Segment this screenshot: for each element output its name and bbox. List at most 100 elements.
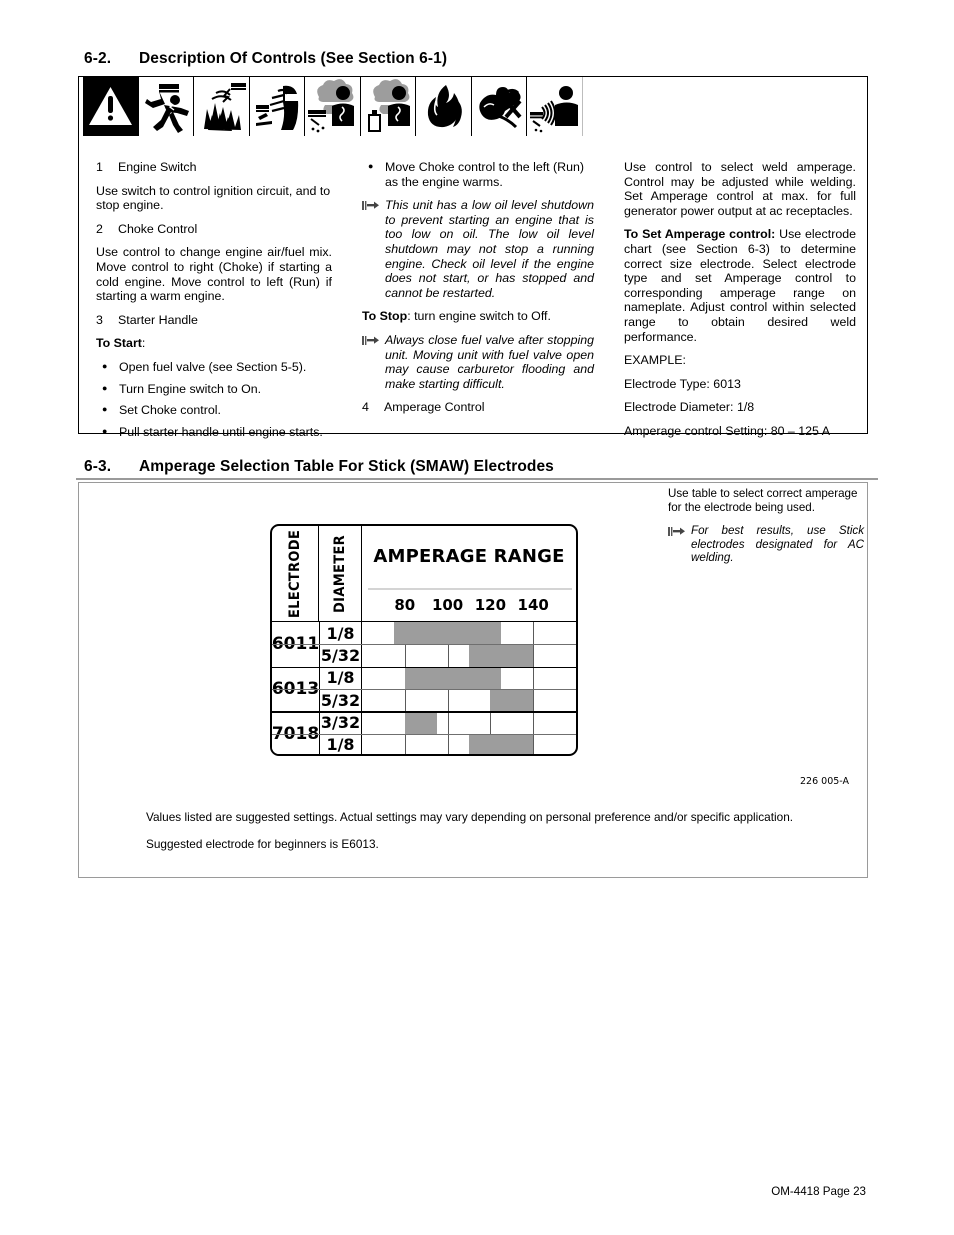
list-item: Move Choke control to the left (Run) as …: [362, 159, 594, 189]
controls-column-3: Use control to select weld amperage. Con…: [606, 160, 868, 448]
amperage-selection-table: ELECTRODE DIAMETER AMPERAGE RANGE 80 100 1…: [270, 524, 578, 756]
example-label: EXAMPLE:: [624, 353, 686, 368]
section-6-3-heading: 6-3. Amperage Selection Table For Stick …: [84, 458, 554, 476]
to-start-steps-continued: Move Choke control to the left (Run) as …: [362, 159, 594, 189]
control-item-2: 2 Choke Control: [96, 222, 332, 237]
diameter-cell: 5/32: [320, 690, 361, 710]
amperage-table-side-notes: Use table to select correct amperage for…: [668, 487, 864, 574]
page-footer: OM-4418 Page 23: [771, 1185, 866, 1198]
moving-parts-hand-icon: [471, 77, 527, 136]
diameter-header-label: DIAMETER: [332, 535, 348, 613]
fuel-valve-note-text: Always close fuel valve after stopping u…: [385, 332, 594, 391]
control-item-4-number: 4: [362, 400, 369, 415]
control-item-4-label: Amperage Control: [384, 400, 485, 415]
scale-tick-80: 80: [394, 596, 416, 614]
warning-triangle-icon: [83, 77, 139, 136]
section-6-3-number: 6-3.: [84, 458, 112, 475]
pointing-hand-icon: [668, 525, 687, 538]
row-separator: [272, 733, 576, 735]
diameter-cell: 1/8: [326, 735, 355, 755]
to-start-label: To Start: [96, 336, 142, 351]
controls-column-2: Move Choke control to the left (Run) as …: [344, 159, 606, 448]
list-item: Open fuel valve (see Section 5-5).: [96, 359, 332, 375]
low-oil-note: This unit has a low oil level shutdown t…: [362, 198, 594, 300]
ac-electrode-note-text: For best results, use Stick electrodes d…: [691, 524, 864, 565]
amperage-table-footnotes: Values listed are suggested settings. Ac…: [146, 810, 846, 864]
example-electrode-diameter: Electrode Diameter: 1/8: [624, 400, 755, 415]
scale-tick-140: 140: [517, 596, 549, 614]
set-amperage-label: To Set Amperage control:: [624, 227, 776, 242]
to-stop-line: To Stop: turn engine switch to Off.: [362, 309, 594, 324]
welding-fumes-icon: [305, 77, 361, 136]
amperage-bar: [404, 666, 502, 689]
control-item-1: 1 Engine Switch: [96, 160, 332, 175]
control-item-1-number: 1: [96, 160, 103, 174]
to-start-steps: Open fuel valve (see Section 5-5). Turn …: [96, 359, 332, 440]
control-item-4: 4 Amperage Control: [362, 400, 594, 415]
section-6-2-number: 6-2.: [84, 50, 112, 67]
example-electrode-type: Electrode Type: 6013: [624, 376, 741, 391]
low-oil-note-text: This unit has a low oil level shutdown t…: [385, 198, 594, 300]
emf-noise-waves-icon: [527, 77, 583, 136]
row-separator: [272, 644, 576, 646]
row-separator: [272, 689, 576, 690]
controls-column-1: 1 Engine Switch Use switch to control ign…: [78, 160, 344, 448]
amperage-range-header: AMPERAGE RANGE: [373, 545, 565, 567]
list-item: Pull starter handle until engine starts.: [96, 424, 332, 440]
control-item-2-label: Choke Control: [118, 221, 198, 236]
set-amperage-paragraph: To Set Amperage control: Use electrode c…: [624, 227, 856, 344]
section-6-3-rule: [76, 478, 878, 480]
scale-tick-120: 120: [474, 596, 507, 614]
figure-number: 226 005-A: [800, 776, 850, 787]
fuel-valve-note: Always close fuel valve after stopping u…: [362, 333, 594, 391]
section-6-2-heading: 6-2. Description Of Controls (See Sectio…: [84, 50, 447, 68]
section-6-2-title: Description Of Controls (See Section 6-1…: [139, 50, 448, 67]
amperage-bar: [469, 644, 534, 667]
control-item-3: 3 Starter Handle: [96, 313, 332, 328]
amperage-bar: [404, 711, 437, 734]
electric-shock-icon: [138, 77, 194, 136]
electrode-column-header: ELECTRODE: [272, 526, 318, 622]
arc-spark-explosion-icon: [194, 77, 250, 136]
ac-electrode-note: For best results, use Stick electrodes d…: [668, 524, 864, 565]
table-usage-note: Use table to select correct amperage for…: [668, 487, 858, 514]
diameter-cell: 1/8: [326, 668, 355, 688]
section-6-2-columns: 1 Engine Switch Use switch to control ign…: [78, 159, 868, 448]
diameter-cell: 3/32: [320, 712, 361, 732]
list-item: Set Choke control.: [96, 402, 332, 418]
fire-flame-icon: [416, 77, 472, 136]
diameter-cell: 5/32: [320, 645, 361, 665]
to-stop-label: To Stop: [362, 309, 408, 324]
control-item-1-body: Use switch to control ignition circuit, …: [96, 183, 331, 213]
amperage-scale-ticks: 80 100 120 140: [362, 590, 576, 622]
footnote-beginners: Suggested electrode for beginners is E60…: [146, 837, 379, 851]
footnote-values: Values listed are suggested settings. Ac…: [146, 810, 794, 824]
control-item-2-number: 2: [96, 221, 103, 236]
diameter-cell: 1/8: [326, 623, 355, 643]
welding-fumes-cylinder-icon: [360, 77, 416, 136]
pointing-hand-icon: [362, 334, 381, 347]
amperage-bar: [490, 689, 534, 712]
control-item-3-label: Starter Handle: [118, 312, 198, 327]
set-amperage-body: Use electrode chart (see Section 6-3) to…: [624, 227, 856, 344]
amperage-control-body: Use control to select weld amperage. Con…: [624, 160, 856, 218]
row-separator: [272, 711, 576, 713]
section-6-3-title: Amperage Selection Table For Stick (SMAW…: [139, 458, 554, 475]
amperage-bar: [469, 733, 534, 754]
example-amperage-setting: Amperage control Setting: 80 – 125 A: [624, 423, 830, 438]
to-start-colon: :: [141, 336, 146, 351]
to-stop-body: : turn engine switch to Off.: [407, 309, 551, 324]
scale-tick-100: 100: [431, 596, 464, 614]
amperage-rows-area: 1/8 5/32 1/8 5/32 3/32 1/8 6011 6013 7018: [272, 622, 576, 754]
safety-icon-strip: [83, 77, 583, 136]
welding-helmet-arc-rays-icon: [249, 77, 305, 136]
list-item: Turn Engine switch to On.: [96, 381, 332, 397]
pointing-hand-icon: [362, 199, 381, 212]
electrode-header-label: ELECTRODE: [287, 529, 304, 619]
control-item-3-number: 3: [96, 312, 103, 327]
to-start-heading: To Start:: [96, 336, 332, 351]
row-separator: [272, 666, 576, 668]
control-item-2-body: Use control to change engine air/fuel mi…: [96, 245, 332, 304]
control-item-1-label: Engine Switch: [118, 160, 197, 174]
amperage-bar: [394, 622, 502, 645]
